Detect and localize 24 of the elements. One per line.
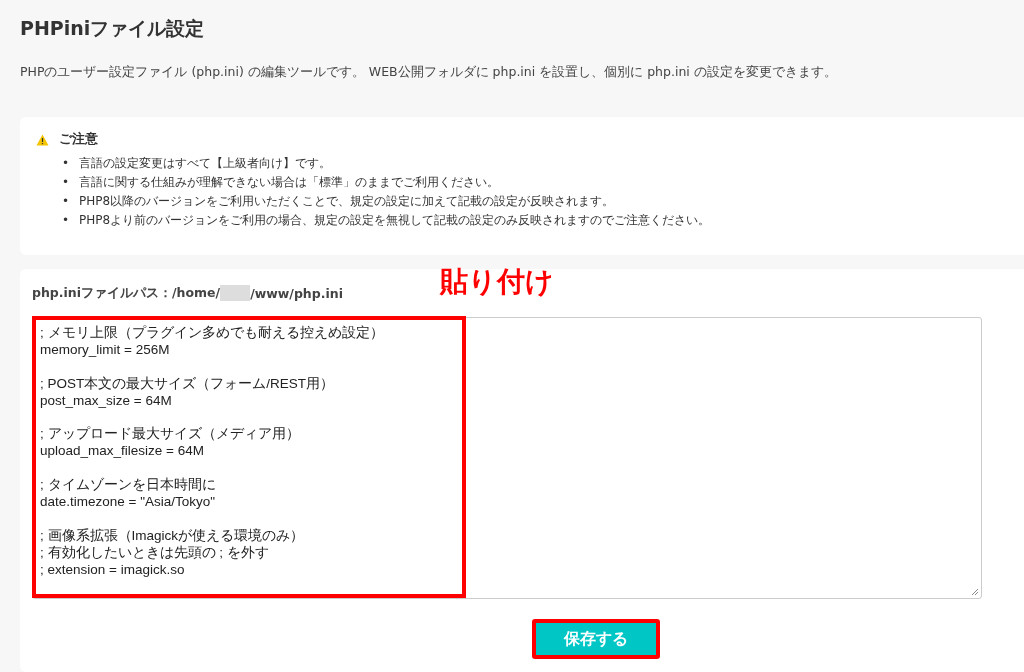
page-title: PHPiniファイル設定	[20, 16, 206, 41]
path-label: /www/php.ini	[250, 285, 343, 301]
redacted-block	[220, 285, 251, 301]
code-text: ; メモリ上限（プラグイン多めでも耐える控えめ設定） memory_limit = 256M	[40, 325, 384, 359]
notice-item: PHP8以降のバージョンをご利用いただくことで、規定の設定に加えて記載の設定が反映されます。	[79, 193, 615, 210]
code-text: ; アップロード最大サイズ（メディア用） upload_max_filesize = 64M	[40, 426, 300, 461]
path-label: php.iniファイルパス：/home/	[32, 284, 221, 302]
warning-icon	[36, 133, 49, 146]
bullet-mark: •	[62, 174, 70, 191]
resize-handle-icon[interactable]	[971, 588, 979, 596]
bullet-mark: •	[62, 155, 70, 172]
code-text: ; タイムゾーンを日本時間に date.timezone = "Asia/Tokyo"	[40, 477, 216, 511]
notice-item: PHP8より前のバージョンをご利用の場合、規定の設定を無視して記載の設定のみ反映されますのでご注意ください。	[79, 212, 711, 229]
bullet-mark: •	[62, 212, 70, 229]
code-text: ; 画像系拡張（Imagickが使える環境のみ） ; 有効化したいときは先頭の ; を外す ; extension = imagick.so	[40, 527, 304, 579]
notice-item: 言語の設定変更はすべて【上級者向け】です。	[79, 155, 332, 172]
save-button[interactable]: 保存する	[532, 619, 660, 659]
annotation-label: 貼り付け	[440, 264, 554, 300]
code-text: ; POST本文の最大サイズ（フォーム/REST用） post_max_size = 64M	[40, 375, 334, 410]
bullet-mark: •	[62, 193, 70, 210]
code-textarea[interactable]	[32, 317, 982, 599]
notice-item: 言語に関する仕組みが理解できない場合は「標準」のままでご利用ください。	[79, 174, 500, 191]
notice-title: ご注意	[59, 131, 98, 148]
page-description: PHPのユーザー設定ファイル (php.ini) の編集ツールです。 WEB公開フォルダに php.ini を設置し、個別に php.ini の設定を変更できます。	[20, 64, 838, 81]
